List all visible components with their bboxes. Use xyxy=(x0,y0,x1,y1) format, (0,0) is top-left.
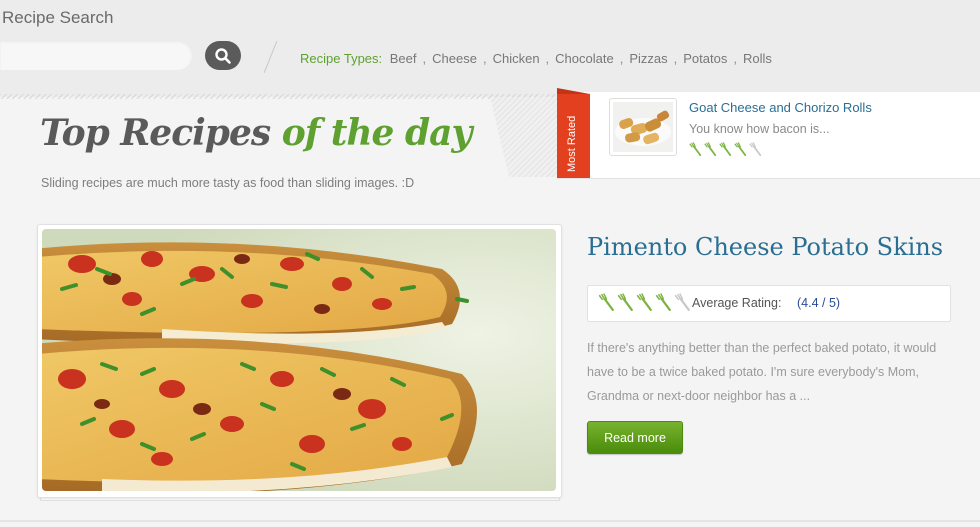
fork-icon-filled xyxy=(733,142,747,161)
logo-text-2: of the day xyxy=(281,112,473,154)
logo-text-1: Top Recipes xyxy=(40,112,271,154)
fork-icon-filled xyxy=(688,142,702,161)
recipe-type-link[interactable]: Rolls xyxy=(743,51,772,66)
fork-icon-filled xyxy=(703,142,717,161)
featured-title[interactable]: Pimento Cheese Potato Skins xyxy=(587,233,943,261)
tagline: Sliding recipes are much more tasty as f… xyxy=(41,176,415,190)
page-logo: Top Recipes of the day xyxy=(40,112,473,154)
fork-icon-empty xyxy=(748,142,762,161)
recipe-types: Recipe Types: Beef, Cheese, Chicken, Chocol… xyxy=(300,51,772,66)
most-rated-ribbon: Most Rated xyxy=(557,88,590,178)
recipe-type-link[interactable]: Cheese xyxy=(432,51,477,66)
search-band: Recipe Search Recipe Types: Beef, Cheese,… xyxy=(0,0,980,97)
divider xyxy=(263,41,278,73)
rating-box: Average Rating: (4.4 / 5) xyxy=(587,285,951,322)
fork-icon-filled xyxy=(718,142,732,161)
search-input[interactable] xyxy=(0,41,192,70)
rating-value: (4.4 / 5) xyxy=(797,296,841,310)
ribbon-label: Most Rated xyxy=(566,115,578,172)
separator: , xyxy=(422,51,427,66)
rating-label: Average Rating: xyxy=(692,296,782,310)
most-rated-excerpt: You know how bacon is... xyxy=(689,122,830,136)
most-rated-thumbnail[interactable] xyxy=(609,98,677,156)
separator: , xyxy=(619,51,624,66)
fork-icon-filled xyxy=(597,293,615,316)
fork-icon-empty xyxy=(673,293,691,316)
fork-icon-filled xyxy=(635,293,653,316)
fork-icon-filled xyxy=(616,293,634,316)
read-more-button[interactable]: Read more xyxy=(587,421,683,454)
recipe-type-link[interactable]: Chocolate xyxy=(555,51,614,66)
recipe-type-link[interactable]: Potatos xyxy=(683,51,727,66)
rolls-image xyxy=(613,102,673,152)
recipe-types-label: Recipe Types: xyxy=(300,51,383,66)
separator: , xyxy=(733,51,737,66)
recipe-type-link[interactable]: Chicken xyxy=(493,51,540,66)
most-rated-title[interactable]: Goat Cheese and Chorizo Rolls xyxy=(689,100,872,115)
featured-description: If there's anything better than the perf… xyxy=(587,341,937,403)
most-rated-box: Most Rated Goat Cheese and Chorizo Rolls… xyxy=(557,88,980,179)
recipe-type-link[interactable]: Beef xyxy=(390,51,417,66)
featured-image[interactable] xyxy=(42,229,556,491)
separator: , xyxy=(673,51,678,66)
potato-skins-image xyxy=(42,229,556,491)
fork-icon-filled xyxy=(654,293,672,316)
recipe-type-link[interactable]: Pizzas xyxy=(629,51,667,66)
featured-rating xyxy=(597,293,691,316)
most-rated-rating xyxy=(688,142,762,161)
magnifier-icon xyxy=(215,47,231,64)
search-button[interactable] xyxy=(205,41,241,70)
separator: , xyxy=(545,51,550,66)
separator: , xyxy=(482,51,487,66)
search-title: Recipe Search xyxy=(2,8,114,27)
